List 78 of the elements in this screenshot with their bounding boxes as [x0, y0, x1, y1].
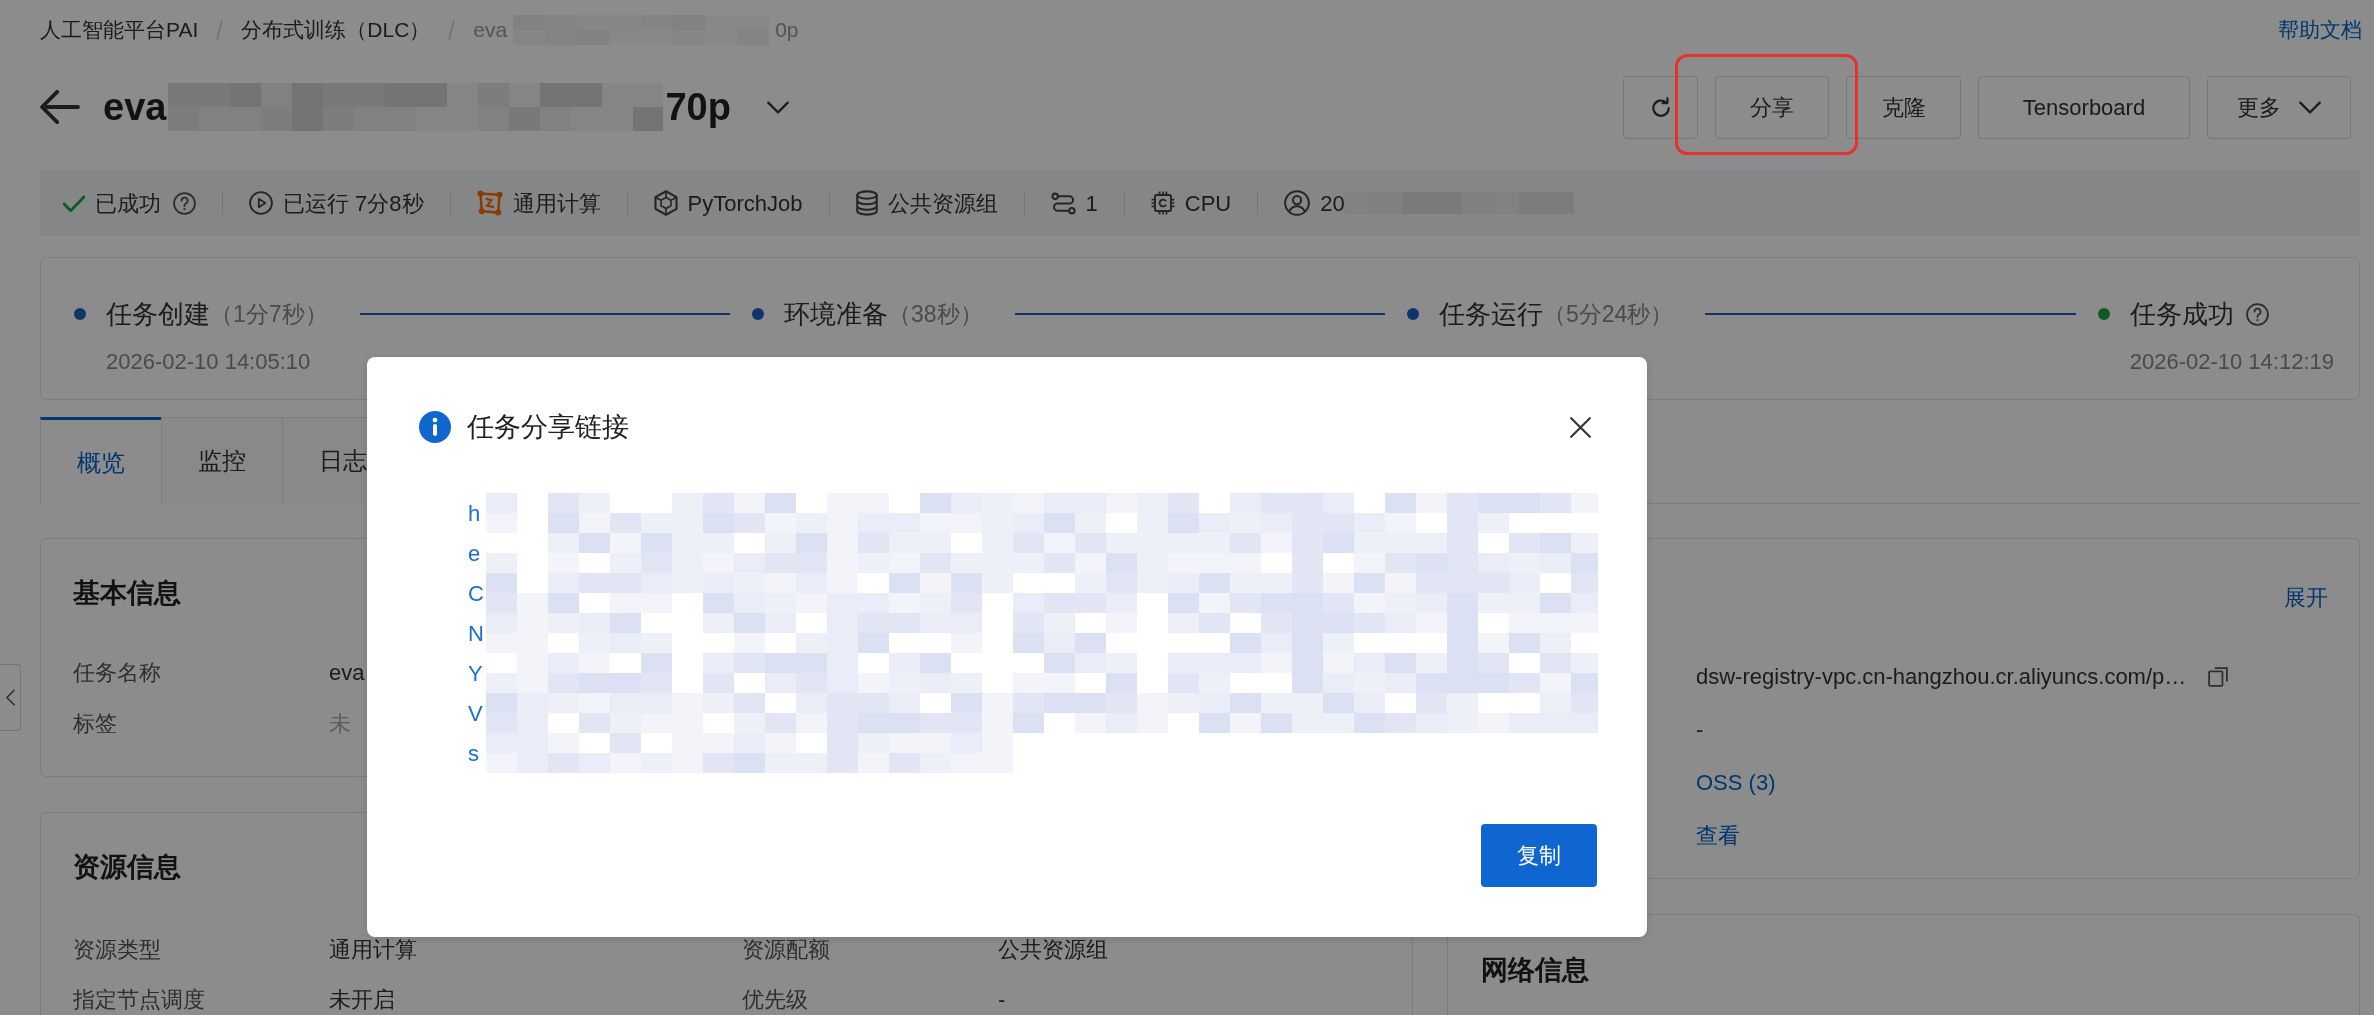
field-value: 公共资源组 — [998, 935, 1108, 964]
device-type: CPU — [1184, 189, 1232, 218]
field-label: 任务名称 — [73, 659, 162, 687]
share-link-text[interactable]: e — [468, 533, 484, 573]
breadcrumb-link[interactable]: 人工智能平台PAI — [40, 14, 199, 46]
node-graph-icon — [476, 190, 503, 216]
compute-type: 通用计算 — [512, 189, 601, 218]
help-docs-link[interactable]: 帮助文档 — [2278, 14, 2362, 46]
share-button[interactable]: 分享 — [1715, 75, 1829, 139]
node-count: 1 — [1085, 189, 1098, 218]
job-status: 已成功 — [95, 189, 161, 218]
tab[interactable]: 监控 — [161, 417, 283, 504]
step-duration: （38秒） — [887, 299, 983, 329]
check-icon — [63, 194, 85, 212]
share-link-text[interactable]: s — [468, 733, 484, 773]
field-label: 标签 — [73, 710, 118, 738]
owner-id: 20 — [1320, 189, 1345, 218]
close-icon — [1569, 416, 1591, 438]
breadcrumb-current: 0p — [775, 17, 799, 44]
tensorboard-button[interactable]: Tensorboard — [1978, 75, 2190, 139]
chevron-down-icon — [2299, 100, 2321, 114]
chevron-left-icon — [5, 689, 15, 706]
field-label: 资源类型 — [73, 935, 161, 964]
share-link-text[interactable]: V — [468, 693, 484, 733]
job-title: eva — [103, 84, 167, 130]
card-title: 资源信息 — [73, 850, 181, 884]
more-button[interactable]: 更多 — [2207, 75, 2351, 139]
copy-button[interactable]: 复制 — [1481, 824, 1597, 887]
field-value: eva — [329, 659, 365, 687]
tab[interactable]: 概览 — [40, 417, 162, 505]
resource-group: 公共资源组 — [887, 186, 998, 220]
run-duration: 已运行 7分8秒 — [283, 189, 424, 218]
share-link-text[interactable]: h — [468, 493, 484, 533]
clone-button[interactable]: 克隆 — [1846, 75, 1961, 139]
share-link-text[interactable]: C — [468, 573, 484, 613]
job-title: 70p — [665, 84, 731, 130]
step-time: 2026-02-10 14:12:19 — [2128, 348, 2334, 376]
step-title: 任务创建 — [106, 297, 210, 331]
step-duration: （1分7秒） — [210, 299, 328, 329]
image-address: dsw-registry-vpc.cn-hangzhou.cr.aliyuncs.com/p… — [1696, 663, 2187, 691]
breadcrumb-link[interactable]: 分布式训练（DLC） — [241, 14, 431, 46]
breadcrumb-current: eva — [473, 17, 508, 44]
step-title: 环境准备 — [783, 297, 888, 331]
share-link-text[interactable]: N — [468, 613, 484, 653]
field-value: - — [998, 985, 1006, 1014]
share-link-text[interactable]: Y — [468, 653, 484, 693]
refresh-icon — [1651, 97, 1670, 117]
step-title: 任务成功 — [2129, 297, 2234, 331]
card-title: 网络信息 — [1481, 953, 1589, 987]
field-value: 未开启 — [329, 985, 395, 1014]
field-link[interactable]: OSS (3) — [1696, 766, 1776, 799]
info-icon — [419, 411, 451, 443]
dialog-title: 任务分享链接 — [467, 410, 629, 444]
field-label: 指定节点调度 — [73, 985, 205, 1014]
user-icon — [1284, 190, 1311, 216]
card-title: 基本信息 — [73, 576, 181, 610]
database-icon — [855, 190, 878, 216]
step-time: 2026-02-10 14:05:10 — [105, 348, 312, 376]
breadcrumb-separator — [448, 19, 456, 41]
breadcrumb-separator — [216, 19, 224, 41]
back-arrow-icon[interactable] — [40, 90, 80, 124]
cube-icon — [653, 190, 678, 216]
refresh-button[interactable] — [1623, 75, 1698, 139]
field-value: 通用计算 — [329, 935, 417, 964]
collapse-handle[interactable] — [0, 664, 21, 731]
play-circle-icon — [249, 191, 273, 215]
field-label: 资源配额 — [742, 935, 830, 964]
field-value: - — [1696, 716, 1704, 744]
step-duration: （5分24秒） — [1542, 299, 1674, 329]
copy-icon[interactable] — [2208, 666, 2229, 687]
job-type: PyTorchJob — [687, 189, 803, 218]
chevron-down-icon[interactable] — [766, 100, 789, 114]
expand-link[interactable]: 展开 — [2284, 580, 2328, 614]
step-title: 任务运行 — [1438, 297, 1543, 331]
route-icon — [1050, 191, 1076, 215]
chip-icon — [1150, 191, 1175, 215]
field-label: 优先级 — [742, 985, 808, 1014]
field-link[interactable]: 查看 — [1696, 819, 1740, 852]
